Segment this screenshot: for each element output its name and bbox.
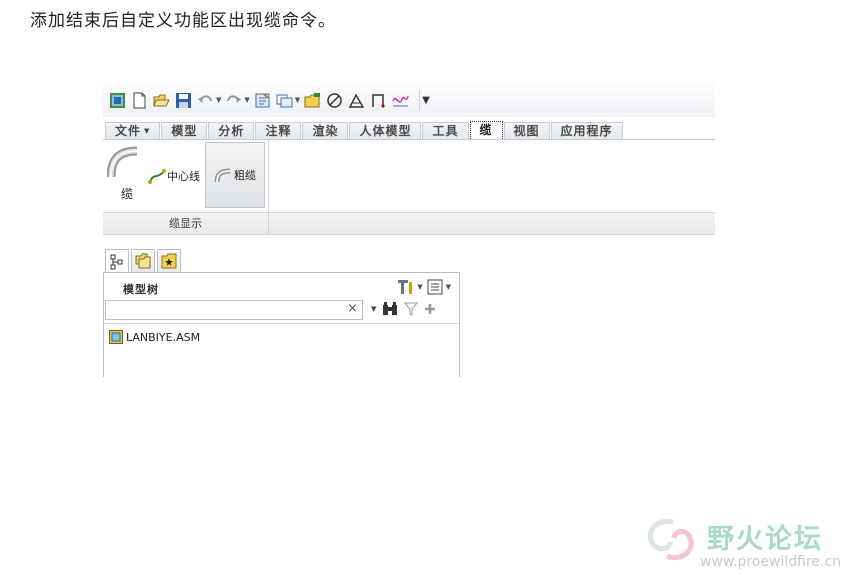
tab-file-label: 文件 (115, 124, 142, 138)
window-icon[interactable] (109, 92, 126, 109)
centerline-icon (148, 169, 166, 184)
cable-icon (107, 146, 138, 178)
tab-manikin-label: 人体模型 (359, 124, 412, 138)
tab-view[interactable]: 视图 (503, 122, 550, 139)
centerline-button-label: 中心线 (167, 170, 200, 183)
save-icon[interactable] (175, 92, 192, 109)
quick-access-toolbar: ▼ ▼ ▼ ▼ (103, 83, 715, 117)
triangle-icon[interactable] (348, 92, 365, 109)
cable-button[interactable]: 缆 (107, 145, 147, 205)
rough-cable-button-label: 粗缆 (234, 169, 256, 182)
tab-model-tree[interactable] (105, 249, 129, 273)
redo-dropdown-icon[interactable]: ▼ (244, 96, 249, 104)
tree-divider (104, 323, 459, 324)
folder-browser-icon (135, 253, 151, 269)
redo-icon[interactable] (225, 92, 242, 109)
search-input[interactable] (105, 300, 363, 320)
model-tree-panel: 模型树 ▼ ▼ × ▼ LANBIYE.ASM (103, 272, 460, 377)
tab-render-label: 渲染 (312, 124, 339, 138)
bracket-icon[interactable] (370, 92, 387, 109)
group-label-cable-display: 缆显示 (103, 213, 269, 234)
tab-tools-label: 工具 (432, 124, 459, 138)
watermark-title: 野火论坛 (707, 524, 823, 555)
tab-file[interactable]: 文件 ▼ (105, 122, 161, 139)
tab-analysis[interactable]: 分析 (208, 122, 255, 139)
filter-icon[interactable] (404, 302, 419, 316)
ribbon-panel: 缆 中心线 粗缆 缆显示 (103, 140, 715, 235)
windows-icon[interactable] (276, 92, 293, 109)
tab-annotate[interactable]: 注释 (255, 122, 302, 139)
clear-icon[interactable]: × (347, 301, 358, 316)
model-tree-title: 模型树 (123, 283, 159, 296)
intro-text: 添加结束后自定义功能区出现缆命令。 (30, 11, 336, 31)
tab-render[interactable]: 渲染 (302, 122, 349, 139)
tab-cable[interactable]: 缆 (469, 121, 503, 139)
tab-view-label: 视图 (513, 124, 540, 138)
tab-folder-browser[interactable] (131, 249, 155, 272)
tree-icon (110, 254, 123, 269)
toolbar-separator (419, 90, 421, 110)
tab-analysis-label: 分析 (218, 124, 245, 138)
tab-manikin[interactable]: 人体模型 (349, 122, 422, 139)
undo-dropdown-icon[interactable]: ▼ (216, 96, 221, 104)
tree-item-label: LANBIYE.ASM (126, 330, 201, 344)
centerline-button[interactable]: 中心线 (147, 166, 200, 186)
model-tree-header: 模型树 ▼ ▼ (104, 273, 459, 299)
tab-favorites[interactable] (157, 249, 181, 272)
regenerate-icon[interactable] (254, 92, 271, 109)
model-tree-search-row: × ▼ (104, 300, 459, 321)
undo-icon[interactable] (197, 92, 214, 109)
rough-cable-button[interactable]: 粗缆 (205, 142, 265, 208)
assembly-icon (109, 330, 123, 344)
settings-icon[interactable] (396, 278, 414, 296)
show-icon[interactable] (427, 279, 443, 295)
tab-tools[interactable]: 工具 (422, 122, 469, 139)
new-file-icon[interactable] (131, 92, 148, 109)
circle-slash-icon[interactable] (326, 92, 343, 109)
search-tools: ▼ (371, 302, 436, 316)
cable-button-label: 缆 (121, 187, 134, 201)
tab-annotate-label: 注释 (265, 124, 292, 138)
tree-item-assembly[interactable]: LANBIYE.ASM (109, 330, 200, 344)
binoculars-icon[interactable] (382, 302, 398, 316)
favorites-icon (161, 253, 177, 269)
watermark-logo-icon (648, 518, 694, 560)
chevron-down-icon: ▼ (144, 127, 151, 135)
curve-icon[interactable] (392, 92, 409, 109)
plus-icon[interactable] (424, 303, 436, 315)
tab-model-label: 模型 (171, 124, 198, 138)
search-dropdown-icon[interactable]: ▼ (371, 305, 376, 313)
navigator-tabs (105, 249, 183, 273)
tab-applications[interactable]: 应用程序 (550, 122, 623, 139)
show-dropdown-icon[interactable]: ▼ (446, 283, 451, 291)
folder-icon[interactable] (304, 92, 321, 109)
model-tree-tools: ▼ ▼ (396, 278, 455, 296)
rough-cable-icon (214, 168, 231, 183)
ribbon-tabs: 文件 ▼ 模型 分析 注释 渲染 人体模型 工具 缆 视图 应用程序 (103, 121, 715, 140)
tab-model[interactable]: 模型 (161, 122, 208, 139)
watermark-url: www.proewildfire.cn (700, 554, 842, 570)
ribbon-group-bar: 缆显示 (103, 212, 715, 234)
creo-window: ▼ ▼ ▼ ▼ 文件 ▼ 模型 分析 注释 渲染 人体模型 工具 缆 视图 应用… (103, 83, 715, 377)
open-folder-icon[interactable] (153, 92, 170, 109)
tab-cable-label: 缆 (479, 123, 493, 137)
windows-dropdown-icon[interactable]: ▼ (295, 96, 300, 104)
more-icon[interactable]: ▼ (422, 95, 430, 106)
settings-dropdown-icon[interactable]: ▼ (417, 283, 422, 291)
tab-applications-label: 应用程序 (560, 124, 613, 138)
